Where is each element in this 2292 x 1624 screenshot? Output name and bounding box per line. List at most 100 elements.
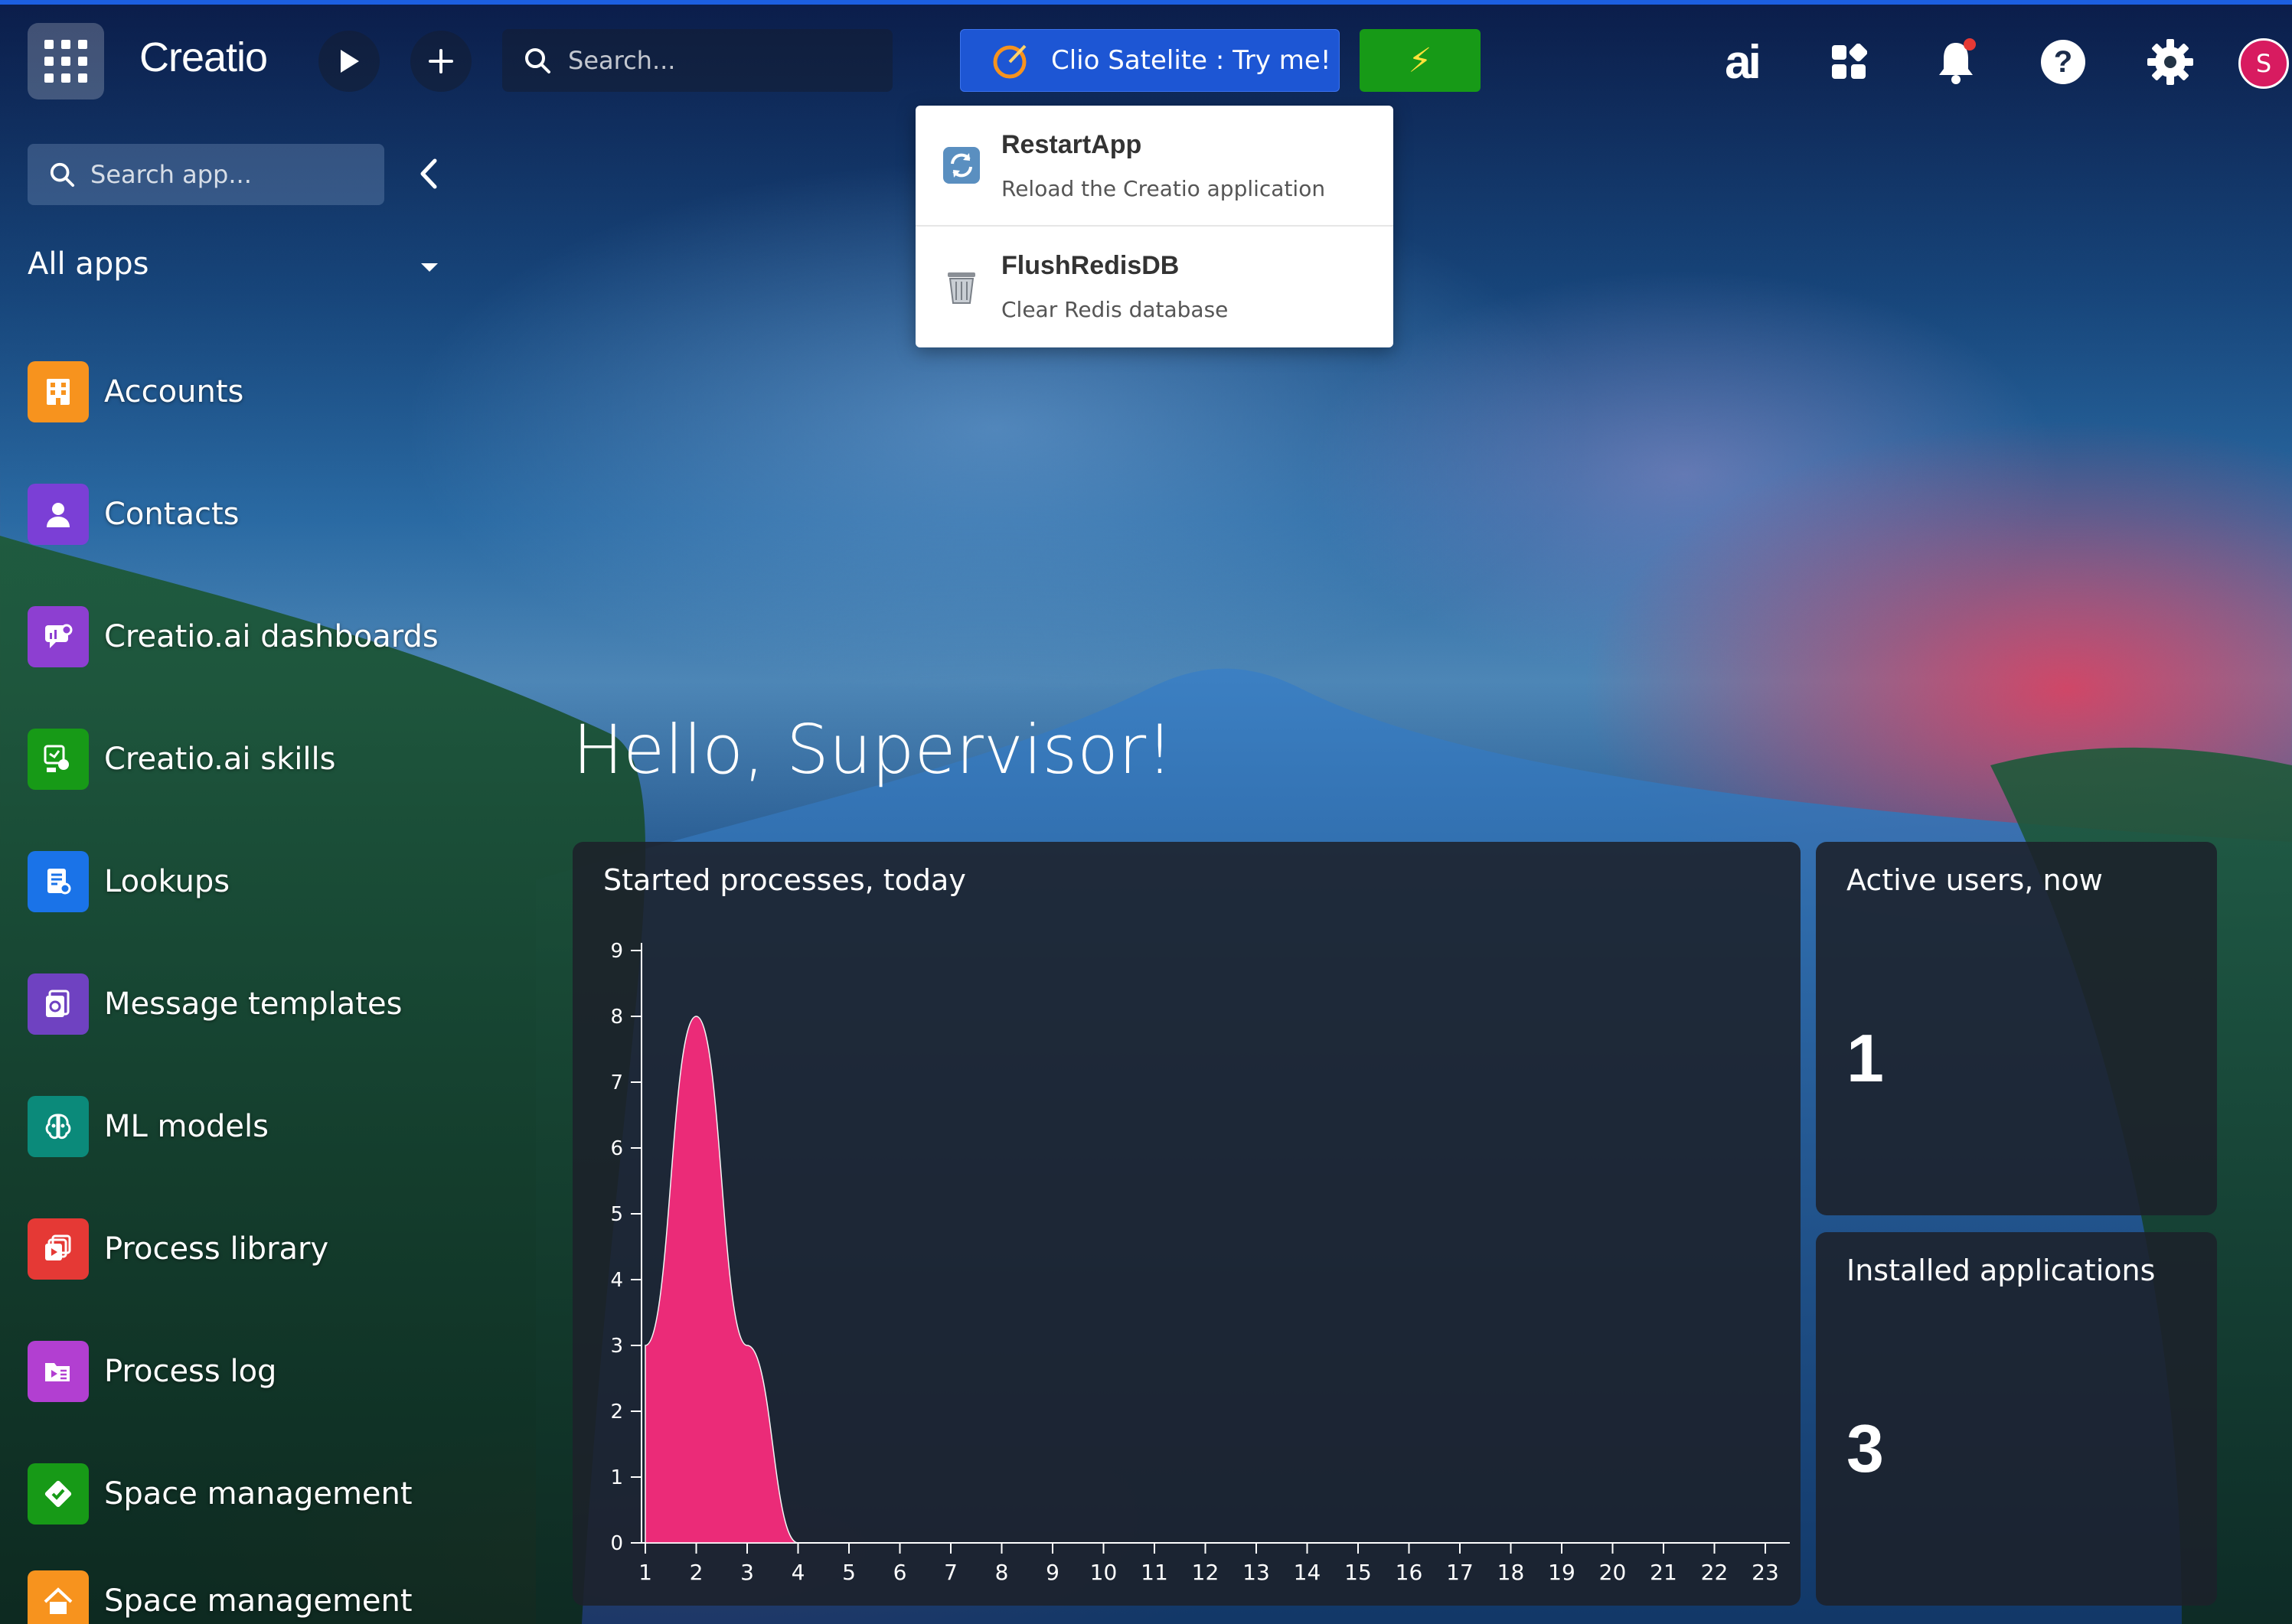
sidebar-item-label: Accounts xyxy=(104,374,244,409)
sidebar-item-ml-models[interactable]: ML models xyxy=(28,1096,269,1157)
template-icon xyxy=(28,973,89,1035)
x-tick-label: 13 xyxy=(1242,1560,1270,1585)
caret-down-icon[interactable] xyxy=(421,263,438,272)
y-tick-label: 8 xyxy=(610,1006,623,1029)
sidebar-item-space-management-2[interactable]: Space management xyxy=(28,1570,413,1624)
sidebar-item-creatio-ai-skills[interactable]: Creatio.ai skills xyxy=(28,729,335,790)
sidebar-item-process-log[interactable]: Process log xyxy=(28,1341,276,1402)
dashboard-icon xyxy=(28,606,89,667)
greeting-heading: Hello, Supervisor! xyxy=(573,710,1174,789)
bolt-icon: ⚡ xyxy=(1408,41,1432,80)
quick-actions-dropdown: RestartApp Reload the Creatio applicatio… xyxy=(916,106,1393,347)
skills-icon xyxy=(28,729,89,790)
add-button[interactable] xyxy=(410,31,472,92)
global-search-input[interactable] xyxy=(568,46,874,75)
x-tick-label: 18 xyxy=(1497,1560,1525,1585)
sidebar-item-label: Process log xyxy=(104,1354,277,1389)
person-icon xyxy=(28,484,89,545)
active-users-widget[interactable]: Active users, now 1 xyxy=(1816,842,2217,1215)
notifications-bell-icon[interactable] xyxy=(1929,35,1983,89)
sidebar-item-label: Creatio.ai dashboards xyxy=(104,619,439,654)
app-launcher-grid-icon[interactable] xyxy=(28,23,104,99)
app-search[interactable] xyxy=(28,144,384,205)
dropdown-item-flushredisdb[interactable]: FlushRedisDB Clear Redis database xyxy=(916,227,1393,347)
sidebar-item-label: Message templates xyxy=(104,986,403,1022)
x-tick-label: 16 xyxy=(1396,1560,1423,1585)
y-tick-label: 5 xyxy=(610,1203,623,1226)
sidebar-item-lookups[interactable]: Lookups xyxy=(28,851,230,912)
brain-icon xyxy=(28,1096,89,1157)
x-tick-label: 17 xyxy=(1446,1560,1474,1585)
started-processes-widget[interactable]: Started processes, today 012345678912345… xyxy=(573,842,1801,1606)
x-tick-label: 14 xyxy=(1294,1560,1321,1585)
x-tick-label: 6 xyxy=(893,1560,907,1585)
widget-title: Active users, now xyxy=(1846,863,2103,897)
x-tick-label: 19 xyxy=(1548,1560,1575,1585)
trash-icon xyxy=(948,272,975,304)
x-tick-label: 9 xyxy=(1046,1560,1059,1585)
dropdown-item-title: FlushRedisDB xyxy=(1001,251,1180,280)
building-icon xyxy=(28,361,89,422)
global-search[interactable] xyxy=(502,29,893,92)
x-tick-label: 1 xyxy=(638,1560,652,1585)
sidebar-item-label: Space management xyxy=(104,1476,413,1511)
dropdown-item-subtitle: Reload the Creatio application xyxy=(1001,176,1326,201)
sidebar-item-label: Process library xyxy=(104,1231,329,1267)
plus-icon xyxy=(429,49,453,73)
y-tick-label: 2 xyxy=(610,1401,623,1423)
settings-gear-icon[interactable] xyxy=(2143,35,2197,89)
y-tick-label: 0 xyxy=(610,1532,623,1555)
sidebar-item-space-management[interactable]: Space management xyxy=(28,1463,413,1525)
sidebar-item-creatio-ai-dashboards[interactable]: Creatio.ai dashboards xyxy=(28,606,439,667)
sidebar-item-accounts[interactable]: Accounts xyxy=(28,361,243,422)
home-icon xyxy=(28,1570,89,1624)
x-tick-label: 3 xyxy=(740,1560,754,1585)
sidebar-item-label: Space management xyxy=(104,1583,413,1619)
x-tick-label: 5 xyxy=(842,1560,856,1585)
refresh-icon xyxy=(943,147,980,184)
help-icon[interactable]: ? xyxy=(2036,35,2090,89)
x-tick-label: 4 xyxy=(792,1560,805,1585)
all-apps-selector[interactable]: All apps xyxy=(28,246,149,282)
sidebar-item-label: Contacts xyxy=(104,497,240,532)
app-search-input[interactable] xyxy=(90,160,381,189)
process-library-icon xyxy=(28,1218,89,1280)
play-icon xyxy=(341,50,359,73)
y-tick-label: 1 xyxy=(610,1466,623,1489)
x-tick-label: 7 xyxy=(944,1560,958,1585)
sidebar-item-contacts[interactable]: Contacts xyxy=(28,484,239,545)
lookup-icon xyxy=(28,851,89,912)
sidebar-item-message-templates[interactable]: Message templates xyxy=(28,973,402,1035)
y-tick-label: 9 xyxy=(610,940,623,963)
run-process-button[interactable] xyxy=(318,31,380,92)
x-tick-label: 15 xyxy=(1344,1560,1372,1585)
x-tick-label: 12 xyxy=(1192,1560,1219,1585)
x-tick-label: 2 xyxy=(690,1560,704,1585)
processes-area xyxy=(645,1016,1765,1544)
x-tick-label: 23 xyxy=(1752,1560,1779,1585)
ai-icon[interactable]: ai xyxy=(1715,35,1768,89)
sidebar-item-label: ML models xyxy=(104,1109,269,1144)
widget-title: Installed applications xyxy=(1846,1254,2156,1287)
dropdown-item-subtitle: Clear Redis database xyxy=(1001,297,1229,322)
installed-applications-widget[interactable]: Installed applications 3 xyxy=(1816,1232,2217,1606)
clio-satelite-button[interactable]: Clio Satelite : Try me! xyxy=(960,29,1340,92)
clio-satelite-label: Clio Satelite : Try me! xyxy=(1051,45,1331,76)
collapse-sidebar-chevron-left-icon[interactable] xyxy=(412,155,446,193)
quick-actions-button[interactable]: ⚡ xyxy=(1360,29,1481,92)
search-icon xyxy=(525,48,550,73)
space-icon xyxy=(28,1463,89,1525)
sidebar-item-process-library[interactable]: Process library xyxy=(28,1218,328,1280)
x-tick-label: 8 xyxy=(995,1560,1009,1585)
x-tick-label: 21 xyxy=(1650,1560,1677,1585)
dropdown-item-title: RestartApp xyxy=(1001,130,1142,159)
active-users-count: 1 xyxy=(1846,1020,1884,1096)
search-icon xyxy=(50,162,75,188)
sidebar-item-label: Creatio.ai skills xyxy=(104,742,336,777)
x-tick-label: 22 xyxy=(1701,1560,1729,1585)
creatio-logo[interactable]: Creatio xyxy=(139,34,268,81)
user-avatar[interactable]: S xyxy=(2238,38,2289,89)
installed-applications-count: 3 xyxy=(1846,1410,1884,1486)
dropdown-item-restartapp[interactable]: RestartApp Reload the Creatio applicatio… xyxy=(916,106,1393,227)
apps-icon[interactable] xyxy=(1822,35,1876,89)
